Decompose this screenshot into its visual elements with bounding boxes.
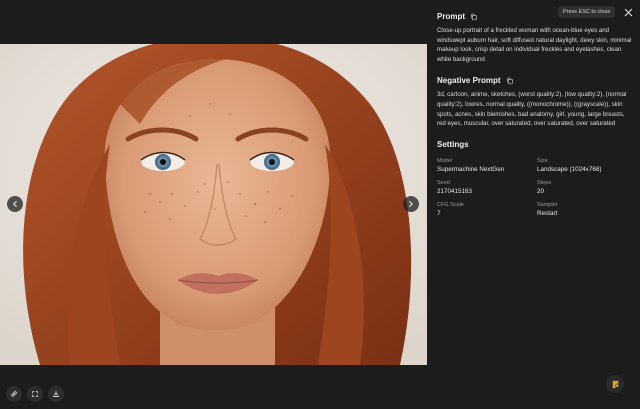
setting-value: Landscape (1024x768) — [537, 165, 602, 173]
setting-value: Supermachine NextGen — [437, 165, 505, 173]
copy-icon — [506, 77, 513, 85]
prompt-title: Prompt — [437, 12, 465, 21]
setting-value: 2170415163 — [437, 187, 473, 195]
setting-seed: Seed 2170415163 — [437, 180, 537, 195]
brand-badge[interactable] — [606, 375, 624, 393]
chevron-left-icon — [13, 201, 17, 207]
next-image-button[interactable] — [403, 196, 419, 212]
setting-label: Sampler — [537, 201, 558, 208]
copy-negative-prompt-button[interactable] — [506, 77, 514, 85]
download-icon — [53, 391, 59, 397]
setting-model: Model Supermachine NextGen — [437, 158, 537, 173]
image-viewer — [0, 0, 427, 409]
setting-steps: Steps 20 — [537, 180, 633, 195]
setting-value: 20 — [537, 187, 545, 195]
settings-header: Settings — [437, 140, 633, 149]
copy-icon — [471, 13, 477, 20]
settings-title: Settings — [437, 139, 469, 149]
setting-label: Size — [537, 157, 548, 164]
negative-prompt-text: 3d, cartoon, anime, sketches, (worst qua… — [437, 91, 627, 128]
previous-image-button[interactable] — [7, 196, 23, 212]
negative-prompt-title: Negative Prompt — [437, 76, 501, 86]
settings-grid: Model Supermachine NextGen Size Landscap… — [437, 158, 633, 217]
negative-prompt-header: Negative Prompt — [437, 76, 633, 85]
download-button[interactable] — [48, 386, 64, 402]
setting-cfg-scale: CFG Scale 7 — [437, 202, 537, 217]
copy-link-button[interactable] — [6, 386, 22, 402]
setting-sampler: Sampler Restart — [537, 202, 633, 217]
link-icon — [11, 391, 17, 397]
setting-label: Steps — [537, 179, 552, 186]
portrait-image — [0, 44, 427, 365]
setting-size: Size Landscape (1024x768) — [537, 158, 633, 173]
prompt-text: Close-up portrait of a freckled woman wi… — [437, 27, 632, 63]
details-panel: Prompt Close-up portrait of a freckled w… — [437, 12, 633, 217]
generated-image[interactable] — [0, 44, 427, 365]
setting-value: 7 — [437, 209, 441, 217]
brand-logo-icon — [612, 380, 618, 388]
copy-prompt-button[interactable] — [470, 13, 478, 21]
setting-label: Model — [437, 157, 452, 164]
image-toolbar — [6, 386, 64, 402]
setting-label: Seed — [437, 179, 450, 186]
setting-label: CFG Scale — [437, 201, 464, 208]
fullscreen-icon — [32, 391, 38, 397]
chevron-right-icon — [409, 201, 413, 207]
fullscreen-button[interactable] — [27, 386, 43, 402]
setting-value: Restart — [537, 209, 558, 217]
prompt-header: Prompt — [437, 12, 633, 21]
